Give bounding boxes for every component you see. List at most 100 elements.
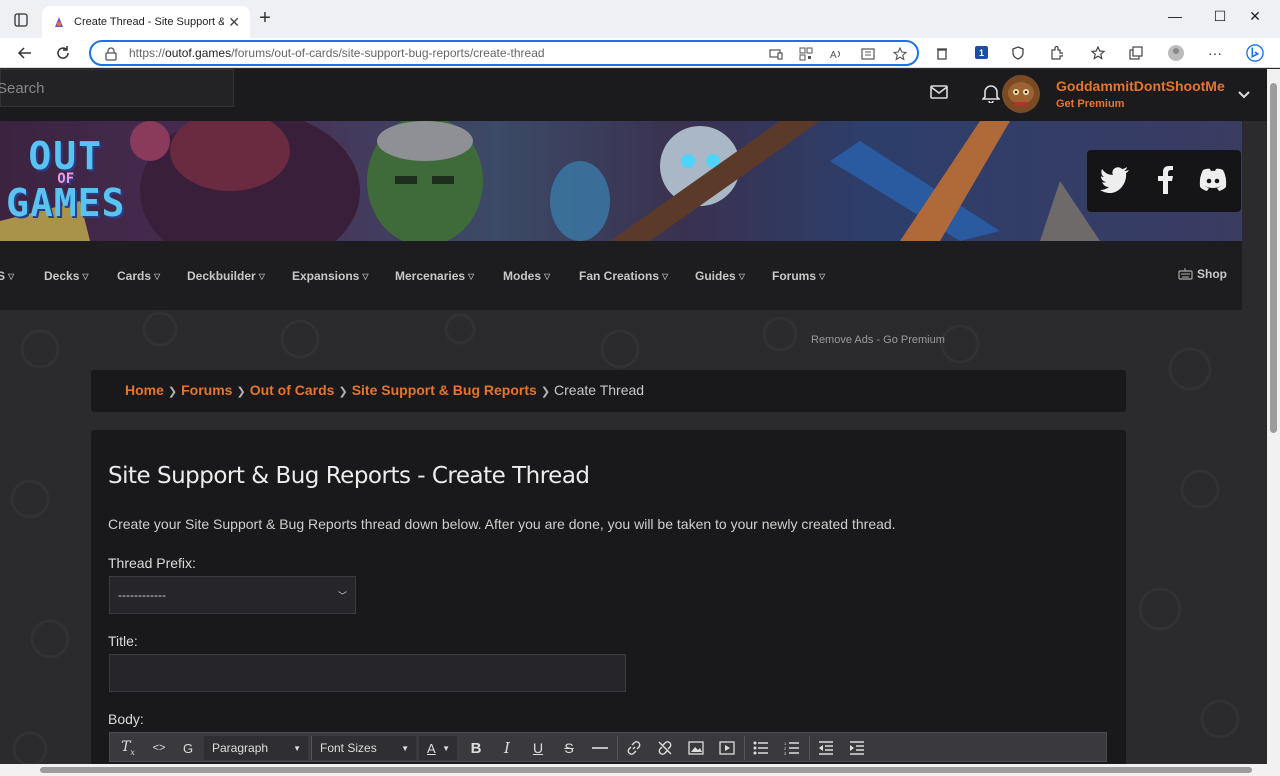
refresh-icon[interactable] <box>52 42 74 64</box>
banner-artwork <box>0 121 1100 241</box>
nav-item-decks[interactable]: Decks ▽ <box>44 269 89 283</box>
thread-prefix-select[interactable]: ------------ ﹀ <box>109 576 356 614</box>
nav-item-forums[interactable]: Forums ▽ <box>772 269 825 283</box>
profile-avatar-icon[interactable] <box>1167 44 1185 62</box>
read-aloud-icon[interactable]: A <box>829 47 843 61</box>
indent-icon[interactable] <box>843 736 871 760</box>
nav-item-deckbuilder[interactable]: Deckbuilder ▽ <box>187 269 265 283</box>
shop-label: Shop <box>1197 267 1227 281</box>
shield-icon[interactable] <box>1009 44 1027 62</box>
form-description: Create your Site Support & Bug Reports t… <box>108 516 896 532</box>
extension-badge-icon[interactable]: 1 <box>973 44 991 62</box>
main-navigation: S ▽ Decks ▽ Cards ▽ Deckbuilder ▽ Expansions… <box>0 241 1242 310</box>
site-logo[interactable]: OUT OF GAMES <box>6 137 126 225</box>
media-icon[interactable] <box>713 736 741 760</box>
url-field[interactable]: https://outof.games/forums/out-of-cards/… <box>89 40 919 66</box>
new-tab-icon[interactable]: + <box>255 8 275 29</box>
trash-icon[interactable] <box>933 44 951 62</box>
bing-copilot-icon[interactable] <box>1246 44 1264 62</box>
user-avatar[interactable] <box>1002 75 1040 113</box>
collections-icon[interactable] <box>1127 44 1145 62</box>
breadcrumb-site-support[interactable]: Site Support & Bug Reports <box>352 382 537 398</box>
site-search-input[interactable]: Search <box>0 69 234 107</box>
thread-prefix-value: ------------ <box>118 588 166 602</box>
site-banner: OUT OF GAMES <box>0 121 1242 241</box>
bold-icon[interactable]: B <box>462 736 490 760</box>
outdent-icon[interactable] <box>812 736 840 760</box>
reader-view-icon[interactable] <box>861 47 875 61</box>
nav-item-expansions[interactable]: Expansions ▽ <box>292 269 369 283</box>
paragraph-format-select[interactable]: Paragraph ▼ <box>204 736 308 760</box>
font-color-select[interactable]: A ▼ <box>419 736 457 760</box>
favorites-icon[interactable] <box>1089 44 1107 62</box>
browser-tab-bar: Create Thread - Site Support & Bug Repor… <box>0 0 1280 38</box>
body-label: Body: <box>108 711 144 727</box>
nav-item-mercenaries[interactable]: Mercenaries ▽ <box>395 269 474 283</box>
nav-item-cards[interactable]: Cards ▽ <box>117 269 160 283</box>
font-sizes-label: Font Sizes <box>320 741 377 755</box>
editor-toolbar: Tx <> G Paragraph ▼ Font Sizes ▼ A ▼ B I U … <box>109 732 1107 762</box>
twitter-icon[interactable] <box>1099 164 1131 196</box>
breadcrumb-forums[interactable]: Forums <box>181 382 232 398</box>
keyboard-icon <box>1178 268 1193 280</box>
nav-label: Mercenaries <box>395 269 466 283</box>
title-input[interactable] <box>109 654 626 692</box>
url-host: outof.games <box>165 46 232 60</box>
breadcrumb-separator-icon: ❯ <box>540 386 551 398</box>
nav-label: Decks <box>44 269 80 283</box>
thread-prefix-label: Thread Prefix: <box>108 555 196 571</box>
get-premium-link[interactable]: Get Premium <box>1056 98 1124 110</box>
minimize-icon[interactable]: — <box>1160 8 1190 30</box>
grammar-icon[interactable]: G <box>174 736 202 760</box>
font-size-select[interactable]: Font Sizes ▼ <box>312 736 416 760</box>
unlink-icon[interactable] <box>651 736 679 760</box>
nav-label: Modes <box>503 269 542 283</box>
puzzle-extensions-icon[interactable] <box>1047 44 1065 62</box>
strikethrough-icon[interactable]: S <box>555 736 583 760</box>
vertical-scroll-thumb[interactable] <box>1270 83 1277 433</box>
back-icon[interactable] <box>14 42 36 64</box>
mail-icon[interactable] <box>930 85 948 99</box>
italic-icon[interactable]: I <box>493 736 521 760</box>
underline-icon[interactable]: U <box>524 736 552 760</box>
facebook-icon[interactable] <box>1149 164 1181 196</box>
qr-code-icon[interactable] <box>799 47 813 61</box>
chevron-down-icon: ﹀ <box>337 591 347 601</box>
app-available-icon[interactable] <box>769 47 783 61</box>
page-viewport: Search GoddammitDontShootMe Get Premium <box>0 69 1267 764</box>
address-bar: https://outof.games/forums/out-of-cards/… <box>0 38 1280 68</box>
link-icon[interactable] <box>620 736 648 760</box>
close-window-icon[interactable]: ✕ <box>1240 8 1270 30</box>
horizontal-scroll-thumb[interactable] <box>40 767 1252 773</box>
nav-item-modes[interactable]: Modes ▽ <box>503 269 550 283</box>
favorite-add-icon[interactable] <box>893 47 907 61</box>
breadcrumb-out-of-cards[interactable]: Out of Cards <box>250 382 335 398</box>
nav-item-guides[interactable]: Guides ▽ <box>695 269 745 283</box>
numbered-list-icon[interactable]: 123 <box>778 736 806 760</box>
discord-icon[interactable] <box>1197 164 1229 196</box>
breadcrumb-home[interactable]: Home <box>125 382 164 398</box>
vertical-scrollbar[interactable] <box>1267 69 1280 764</box>
horizontal-scrollbar[interactable] <box>0 764 1267 776</box>
nav-item-s[interactable]: S ▽ <box>0 269 14 283</box>
tab-close-icon[interactable]: ✕ <box>228 14 240 31</box>
more-menu-icon[interactable]: ··· <box>1206 44 1224 62</box>
image-icon[interactable] <box>682 736 710 760</box>
logo-line-3: GAMES <box>6 180 126 225</box>
nav-label: Fan Creations <box>579 269 660 283</box>
tab-actions-icon[interactable] <box>10 9 32 31</box>
clear-formatting-icon[interactable]: Tx <box>114 736 142 760</box>
code-icon[interactable]: <> <box>145 736 173 760</box>
remove-ads-link[interactable]: Remove Ads - Go Premium <box>811 334 945 346</box>
nav-item-fan-creations[interactable]: Fan Creations ▽ <box>579 269 668 283</box>
breadcrumb-separator-icon: ❯ <box>167 386 178 398</box>
username-link[interactable]: GoddammitDontShootMe <box>1056 78 1225 94</box>
maximize-icon[interactable]: ☐ <box>1205 8 1235 30</box>
shop-link[interactable]: Shop <box>1178 267 1227 281</box>
chevron-down-icon[interactable] <box>1238 91 1250 99</box>
bullet-list-icon[interactable] <box>747 736 775 760</box>
lock-icon[interactable] <box>105 47 117 61</box>
horizontal-rule-icon[interactable] <box>586 736 614 760</box>
browser-tab-active[interactable]: Create Thread - Site Support & Bug Repor… <box>42 6 250 38</box>
notification-bell-icon[interactable] <box>982 83 1000 103</box>
